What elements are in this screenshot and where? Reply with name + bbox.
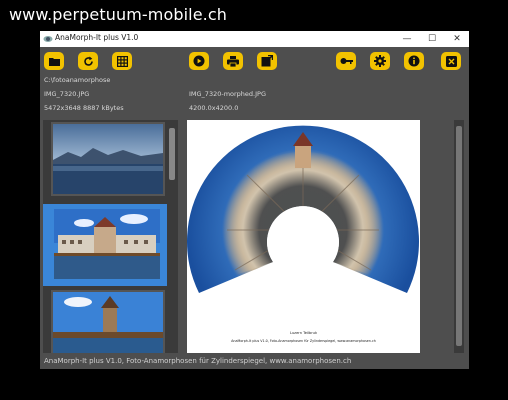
title-bar: AnaMorph-It plus V1.0 — ☐ ✕ [40, 31, 469, 47]
key-icon [340, 58, 353, 64]
output-details: 4200.0x4200.0 [189, 104, 239, 112]
exit-button[interactable] [441, 52, 461, 70]
source-details: 5472x3648 8887 kBytes [44, 104, 124, 112]
play-button[interactable] [189, 52, 209, 70]
output-caption-line: AnaMorph-It plus V1.0, Foto-Anamorphosen… [231, 339, 376, 343]
close-button[interactable]: ✕ [445, 31, 469, 47]
license-key-button[interactable] [336, 52, 356, 70]
app-window: AnaMorph-It plus V1.0 — ☐ ✕ C:\fotoanamo… [40, 31, 469, 369]
export-icon [261, 55, 273, 67]
info-button[interactable] [404, 52, 424, 70]
anamorphosis-preview: Luzern Teilbruk AnaMorph-It plus V1.0, F… [187, 120, 420, 353]
folder-icon [48, 57, 60, 66]
thumbnail-scroll-thumb[interactable] [169, 128, 175, 180]
output-caption-title: Luzern Teilbruk [289, 331, 318, 335]
settings-button[interactable] [370, 52, 390, 70]
refresh-button[interactable] [78, 52, 98, 70]
maximize-button[interactable]: ☐ [420, 31, 444, 47]
export-button[interactable] [257, 52, 277, 70]
refresh-icon [83, 56, 93, 66]
gear-icon [374, 55, 386, 67]
exit-icon [445, 55, 457, 67]
app-icon [43, 36, 53, 42]
anamorphic-image [187, 125, 419, 293]
status-bar: AnaMorph-It plus V1.0, Foto-Anamorphosen… [44, 357, 352, 365]
thumbnail-water-tower-bridge[interactable] [51, 290, 165, 353]
source-filename: IMG_7320.JPG [44, 90, 90, 98]
open-folder-button[interactable] [44, 52, 64, 70]
play-icon [193, 55, 205, 67]
info-icon [408, 55, 420, 67]
output-filename: IMG_7320-morphed.JPG [189, 90, 266, 98]
window-title: AnaMorph-It plus V1.0 [55, 33, 139, 42]
source-folder-path: C:\fotoanamorphose [44, 76, 111, 84]
printer-icon [227, 55, 239, 67]
thumbnail-lake-mountains[interactable] [51, 122, 165, 196]
thumbnail-list[interactable] [43, 120, 178, 353]
thumbnail-scrollbar[interactable] [168, 120, 176, 353]
site-url-watermark: www.perpetuum-mobile.ch [9, 5, 227, 24]
grid-button[interactable] [112, 52, 132, 70]
thumbnail-lucerne-old-town[interactable] [43, 204, 167, 286]
minimize-button[interactable]: — [395, 31, 419, 47]
preview-scroll-thumb[interactable] [456, 126, 462, 346]
grid-icon [116, 55, 128, 67]
preview-scrollbar[interactable] [454, 120, 464, 353]
print-button[interactable] [223, 52, 243, 70]
